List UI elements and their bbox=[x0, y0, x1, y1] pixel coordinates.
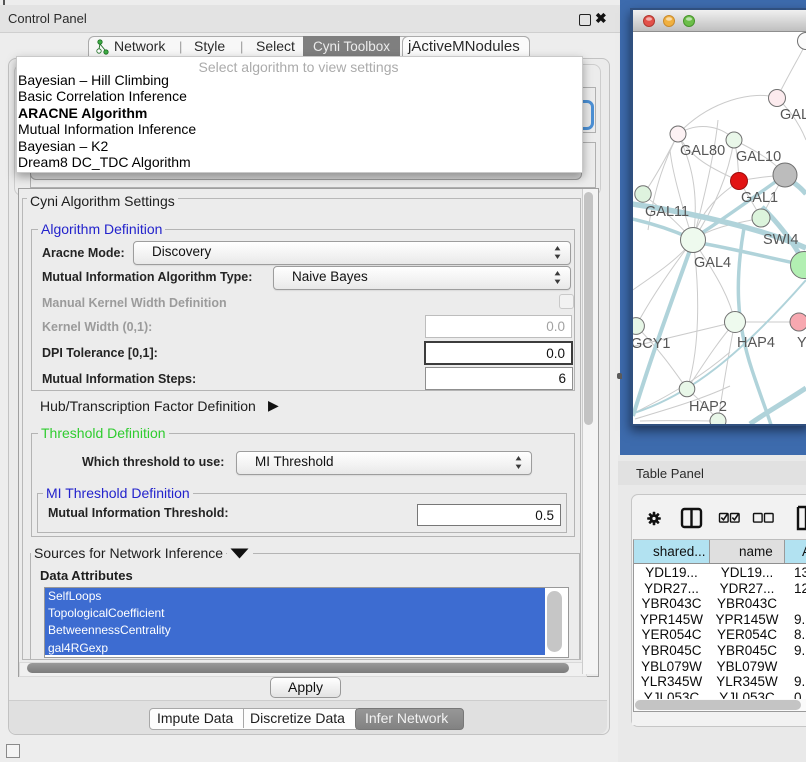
svg-text:Y: Y bbox=[797, 335, 806, 351]
svg-text:GCY1: GCY1 bbox=[633, 336, 671, 352]
svg-text:GAL1: GAL1 bbox=[741, 190, 778, 206]
svg-text:GAL10: GAL10 bbox=[736, 149, 781, 165]
svg-text:GAL80: GAL80 bbox=[680, 143, 725, 159]
svg-text:GAL11: GAL11 bbox=[645, 204, 689, 220]
svg-text:HAP2: HAP2 bbox=[689, 399, 727, 415]
svg-text:GAL4: GAL4 bbox=[694, 255, 731, 271]
svg-text:SWI4: SWI4 bbox=[763, 232, 798, 248]
svg-text:HAP4: HAP4 bbox=[737, 335, 775, 351]
svg-text:GAL7: GAL7 bbox=[780, 107, 806, 123]
